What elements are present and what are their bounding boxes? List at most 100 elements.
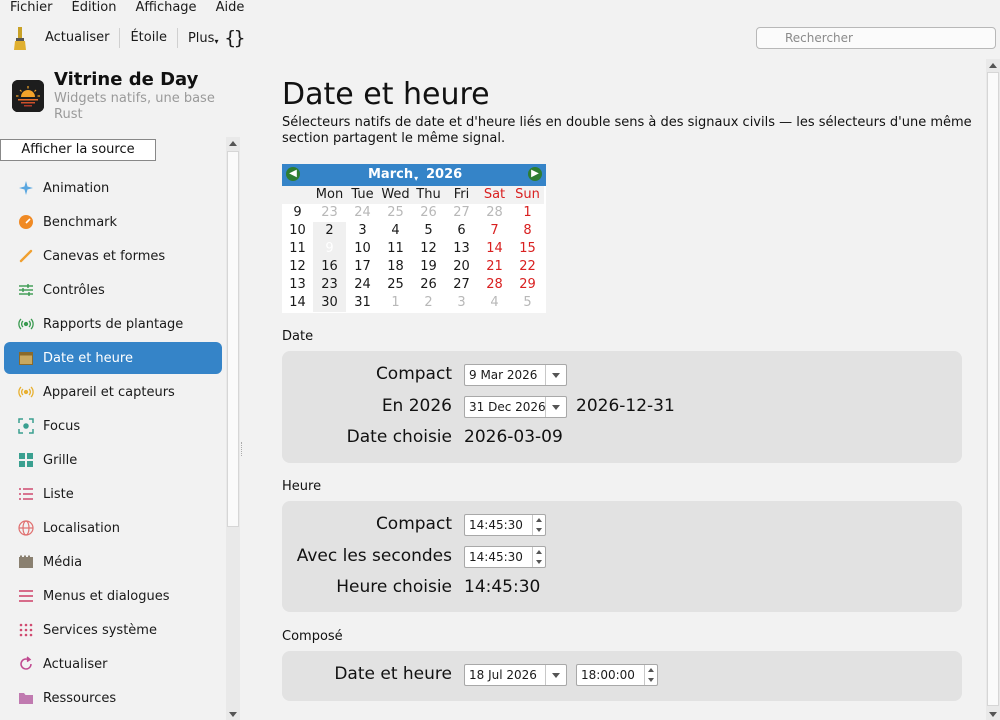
time-seconds-row: Avec les secondes 14:45:30 xyxy=(282,544,962,570)
calendar-day[interactable]: 13 xyxy=(445,240,478,258)
calendar-day[interactable]: 21 xyxy=(478,258,511,276)
menu-edition[interactable]: Édition xyxy=(62,0,126,17)
calendar-day[interactable]: 11 xyxy=(379,240,412,258)
calendar-day[interactable]: 9 xyxy=(313,240,346,258)
calendar-day[interactable]: 7 xyxy=(478,222,511,240)
calendar-day[interactable]: 24 xyxy=(346,276,379,294)
sidebar-item-canvas[interactable]: Canevas et formes xyxy=(4,240,222,272)
spin-arrows-icon[interactable] xyxy=(532,547,545,567)
calendar-day[interactable]: 23 xyxy=(313,204,346,222)
scrollbar-thumb[interactable] xyxy=(987,72,999,706)
menu-aide[interactable]: Aide xyxy=(206,0,254,17)
refresh-button[interactable]: Actualiser xyxy=(39,28,115,48)
calendar-day[interactable]: 4 xyxy=(478,294,511,312)
calendar-day[interactable]: 18 xyxy=(379,258,412,276)
calendar-day[interactable]: 17 xyxy=(346,258,379,276)
calendar-day[interactable]: 28 xyxy=(478,204,511,222)
calendar-day[interactable]: 5 xyxy=(511,294,544,312)
time-seconds-spinbox[interactable]: 14:45:30 xyxy=(464,546,546,568)
calendar-day[interactable]: 4 xyxy=(379,222,412,240)
sidebar-item-grid[interactable]: Grille xyxy=(4,444,222,476)
calendar-day[interactable]: 31 xyxy=(346,294,379,312)
calendar-day[interactable]: 26 xyxy=(412,204,445,222)
calendar-day[interactable]: 23 xyxy=(313,276,346,294)
sidebar-item-focus[interactable]: Focus xyxy=(4,410,222,442)
toolbar-separator xyxy=(176,28,178,48)
calendar-day[interactable]: 29 xyxy=(511,276,544,294)
datetime-date-picker[interactable]: 18 Jul 2026 xyxy=(464,664,567,686)
calendar-day[interactable]: 2 xyxy=(412,294,445,312)
calendar-day[interactable]: 25 xyxy=(379,204,412,222)
calendar-day[interactable]: 3 xyxy=(346,222,379,240)
calendar-day[interactable]: 26 xyxy=(412,276,445,294)
main-scrollbar[interactable] xyxy=(986,59,1000,720)
calendar-day[interactable]: 27 xyxy=(445,204,478,222)
calendar[interactable]: ◀ March▾ 2026 ▶ Mon Tue Wed Thu Fri Sat Sun 9 23… xyxy=(282,164,546,313)
menu-affichage[interactable]: Affichage xyxy=(125,0,205,17)
spin-arrows-icon[interactable] xyxy=(644,665,657,685)
menu-fichier[interactable]: Fichier xyxy=(0,0,62,17)
prev-month-icon[interactable]: ◀ xyxy=(286,167,300,181)
calendar-year[interactable]: 2026 xyxy=(426,167,462,182)
more-button[interactable]: Plus▾ xyxy=(188,31,218,46)
braces-button[interactable]: {} xyxy=(224,27,245,49)
calendar-day[interactable]: 30 xyxy=(313,294,346,312)
sidebar-nav: Animation Benchmark Canevas et formes Co… xyxy=(4,142,226,720)
calendar-day[interactable]: 10 xyxy=(346,240,379,258)
sidebar-item-device-sensors[interactable]: Appareil et capteurs xyxy=(4,376,222,408)
sidebar-item-crash-reports[interactable]: Rapports de plantage xyxy=(4,308,222,340)
time-compact-spinbox[interactable]: 14:45:30 xyxy=(464,514,546,536)
calendar-day[interactable]: 1 xyxy=(379,294,412,312)
calendar-day[interactable]: 28 xyxy=(478,276,511,294)
sidebar-item-benchmark[interactable]: Benchmark xyxy=(4,206,222,238)
sidebar-item-date-time[interactable]: Date et heure xyxy=(4,342,222,374)
date-year-picker[interactable]: 31 Dec 2026 xyxy=(464,396,567,418)
sidebar-item-refresh[interactable]: Actualiser xyxy=(4,648,222,680)
chevron-down-icon: ▾ xyxy=(414,174,419,183)
chevron-down-icon[interactable] xyxy=(545,365,566,385)
scrollbar-thumb[interactable] xyxy=(227,151,239,527)
sidebar-item-media[interactable]: Média xyxy=(4,546,222,578)
date-compact-picker[interactable]: 9 Mar 2026 xyxy=(464,364,567,386)
spin-arrows-icon[interactable] xyxy=(532,515,545,535)
calendar-day[interactable]: 16 xyxy=(313,258,346,276)
scroll-down-icon[interactable] xyxy=(989,712,997,717)
sidebar-item-animation[interactable]: Animation xyxy=(4,172,222,204)
page-description: Sélecteurs natifs de date et d'heure lié… xyxy=(282,115,972,146)
calendar-day[interactable]: 2 xyxy=(313,222,346,240)
scroll-down-icon[interactable] xyxy=(229,712,237,717)
sidebar-item-controls[interactable]: Contrôles xyxy=(4,274,222,306)
calendar-day[interactable]: 20 xyxy=(445,258,478,276)
calendar-month[interactable]: March▾ xyxy=(368,167,418,183)
calendar-day[interactable]: 3 xyxy=(445,294,478,312)
sidebar-item-localization[interactable]: Localisation xyxy=(4,512,222,544)
calendar-day[interactable]: 1 xyxy=(511,204,544,222)
next-month-icon[interactable]: ▶ xyxy=(528,167,542,181)
chevron-down-icon[interactable] xyxy=(545,665,566,685)
calendar-day[interactable]: 22 xyxy=(511,258,544,276)
star-button[interactable]: Étoile xyxy=(124,28,173,48)
scroll-up-icon[interactable] xyxy=(229,141,237,146)
brush-icon[interactable] xyxy=(10,25,30,51)
calendar-day[interactable]: 19 xyxy=(412,258,445,276)
sidebar-item-system-services[interactable]: Services système xyxy=(4,614,222,646)
calendar-day[interactable]: 6 xyxy=(445,222,478,240)
sidebar-item-resources[interactable]: Ressources xyxy=(4,682,222,714)
calendar-day[interactable]: 5 xyxy=(412,222,445,240)
calendar-day[interactable]: 15 xyxy=(511,240,544,258)
sidebar-scrollbar[interactable] xyxy=(226,137,240,720)
sidebar-item-menus-dialogs[interactable]: Menus et dialogues xyxy=(4,580,222,612)
calendar-day[interactable]: 14 xyxy=(478,240,511,258)
calendar-day[interactable]: 12 xyxy=(412,240,445,258)
calendar-day[interactable]: 25 xyxy=(379,276,412,294)
search-input[interactable] xyxy=(756,27,996,49)
weekday-header: Sat xyxy=(478,186,511,204)
sidebar-item-list[interactable]: Liste xyxy=(4,478,222,510)
scroll-up-icon[interactable] xyxy=(989,63,997,68)
calendar-day[interactable]: 24 xyxy=(346,204,379,222)
chevron-down-icon[interactable] xyxy=(545,397,566,417)
datetime-time-spinbox[interactable]: 18:00:00 xyxy=(576,664,658,686)
show-source-button[interactable]: Afficher la source xyxy=(0,139,156,161)
calendar-day[interactable]: 27 xyxy=(445,276,478,294)
calendar-day[interactable]: 8 xyxy=(511,222,544,240)
